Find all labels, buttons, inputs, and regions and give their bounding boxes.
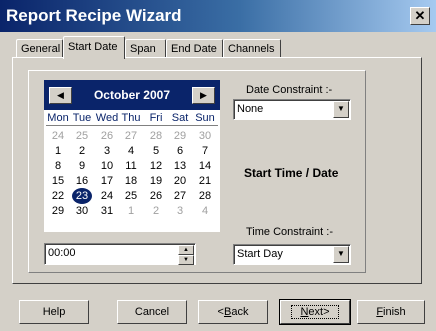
arrow-left-icon: ◀ <box>57 90 64 100</box>
next-month-button[interactable]: ▶ <box>192 87 215 104</box>
calendar-day[interactable]: 24 <box>46 129 70 143</box>
calendar-day[interactable]: 25 <box>70 129 94 143</box>
arrow-right-icon: ▶ <box>200 90 207 100</box>
calendar-day[interactable]: 9 <box>70 159 94 173</box>
calendar-day[interactable]: 14 <box>193 159 217 173</box>
dropdown-button[interactable]: ▼ <box>333 101 349 118</box>
calendar-day[interactable]: 19 <box>144 174 168 188</box>
month-calendar: ◀ October 2007 ▶ Mon Tue Wed Thu Fri Sat… <box>44 80 220 232</box>
back-label-rest: ack <box>231 306 249 318</box>
time-constraint-select[interactable]: Start Day ▼ <box>233 244 351 265</box>
days-of-week-row: Mon Tue Wed Thu Fri Sat Sun <box>46 112 218 126</box>
spin-down-button[interactable]: ▼ <box>178 255 194 265</box>
calendar-day[interactable]: 18 <box>119 174 143 188</box>
calendar-day[interactable]: 27 <box>119 129 143 143</box>
calendar-day[interactable]: 15 <box>46 174 70 188</box>
calendar-day[interactable]: 7 <box>193 144 217 158</box>
chevron-down-icon: ▼ <box>337 249 345 258</box>
calendar-day[interactable]: 10 <box>95 159 119 173</box>
date-constraint-value: None <box>237 103 264 115</box>
dow-label: Thu <box>121 112 141 124</box>
dropdown-button[interactable]: ▼ <box>333 246 349 263</box>
spin-up-icon: ▲ <box>183 247 189 253</box>
spin-up-button[interactable]: ▲ <box>178 245 194 255</box>
calendar-day[interactable]: 21 <box>193 174 217 188</box>
window-title: Report Recipe Wizard <box>6 6 182 25</box>
next-focus-ring: Next> <box>291 305 339 319</box>
wizard-window: Report Recipe Wizard ✕ General Start Dat… <box>0 0 436 331</box>
date-constraint-label: Date Constraint :- <box>246 84 333 96</box>
calendar-day[interactable]: 28 <box>193 189 217 203</box>
calendar-day[interactable]: 16 <box>70 174 94 188</box>
calendar-day[interactable]: 23 <box>70 188 94 204</box>
back-button[interactable]: <Back <box>198 300 268 324</box>
calendar-day[interactable]: 26 <box>95 129 119 143</box>
calendar-day[interactable]: 17 <box>95 174 119 188</box>
dow-label: Wed <box>95 112 119 124</box>
calendar-day[interactable]: 30 <box>193 129 217 143</box>
calendar-day[interactable]: 3 <box>168 204 192 218</box>
calendar-day[interactable]: 1 <box>46 144 70 158</box>
cancel-button[interactable]: Cancel <box>117 300 187 324</box>
calendar-day[interactable]: 5 <box>144 144 168 158</box>
month-label: October 2007 <box>93 88 171 102</box>
calendar-day[interactable]: 24 <box>95 189 119 203</box>
tab-span[interactable]: Span <box>125 39 166 58</box>
help-button[interactable]: Help <box>19 300 89 324</box>
calendar-day[interactable]: 27 <box>168 189 192 203</box>
dow-label: Sat <box>171 112 189 124</box>
calendar-day[interactable]: 22 <box>46 189 70 203</box>
date-constraint-select[interactable]: None ▼ <box>233 99 351 120</box>
calendar-day[interactable]: 28 <box>144 129 168 143</box>
section-title: Start Time / Date <box>244 166 339 180</box>
calendar-day[interactable]: 11 <box>119 159 143 173</box>
calendar-day[interactable]: 8 <box>46 159 70 173</box>
calendar-day[interactable]: 20 <box>168 174 192 188</box>
chevron-down-icon: ▼ <box>337 104 345 113</box>
calendar-day[interactable]: 29 <box>168 129 192 143</box>
calendar-day[interactable]: 4 <box>193 204 217 218</box>
tab-start-date[interactable]: Start Date <box>63 36 125 59</box>
time-constraint-value: Start Day <box>237 248 283 260</box>
calendar-day[interactable]: 31 <box>95 204 119 218</box>
calendar-day[interactable]: 2 <box>70 144 94 158</box>
calendar-day[interactable]: 1 <box>119 204 143 218</box>
dow-label: Tue <box>72 112 92 124</box>
finish-button[interactable]: Finish <box>357 300 425 324</box>
title-bar[interactable]: Report Recipe Wizard ✕ <box>0 0 436 32</box>
tab-end-date[interactable]: End Date <box>166 39 223 58</box>
calendar-day[interactable]: 25 <box>119 189 143 203</box>
calendar-day[interactable]: 6 <box>168 144 192 158</box>
close-icon: ✕ <box>414 8 426 23</box>
calendar-day[interactable]: 12 <box>144 159 168 173</box>
spin-down-icon: ▼ <box>183 257 189 263</box>
dow-label: Mon <box>47 112 69 124</box>
tab-channels[interactable]: Channels <box>223 39 281 58</box>
calendar-day[interactable]: 29 <box>46 204 70 218</box>
finish-label-rest: inish <box>383 306 406 318</box>
next-button[interactable]: Next> <box>279 299 351 325</box>
calendar-day[interactable]: 3 <box>95 144 119 158</box>
start-time-value: 00:00 <box>48 247 76 259</box>
calendar-day[interactable]: 2 <box>144 204 168 218</box>
dow-label: Fri <box>149 112 163 124</box>
calendar-day[interactable]: 13 <box>168 159 192 173</box>
next-label-rest: ext> <box>308 306 330 318</box>
time-constraint-label: Time Constraint :- <box>246 226 334 238</box>
calendar-day[interactable]: 4 <box>119 144 143 158</box>
calendar-day[interactable]: 26 <box>144 189 168 203</box>
start-time-field[interactable]: 00:00 ▲ ▼ <box>44 243 196 265</box>
tab-general[interactable]: General <box>16 39 63 58</box>
time-spinner: ▲ ▼ <box>178 245 194 265</box>
prev-month-button[interactable]: ◀ <box>49 87 72 104</box>
dow-label: Sun <box>195 112 215 124</box>
close-button[interactable]: ✕ <box>410 7 430 25</box>
calendar-header: ◀ October 2007 ▶ <box>44 80 220 110</box>
calendar-day[interactable]: 30 <box>70 204 94 218</box>
